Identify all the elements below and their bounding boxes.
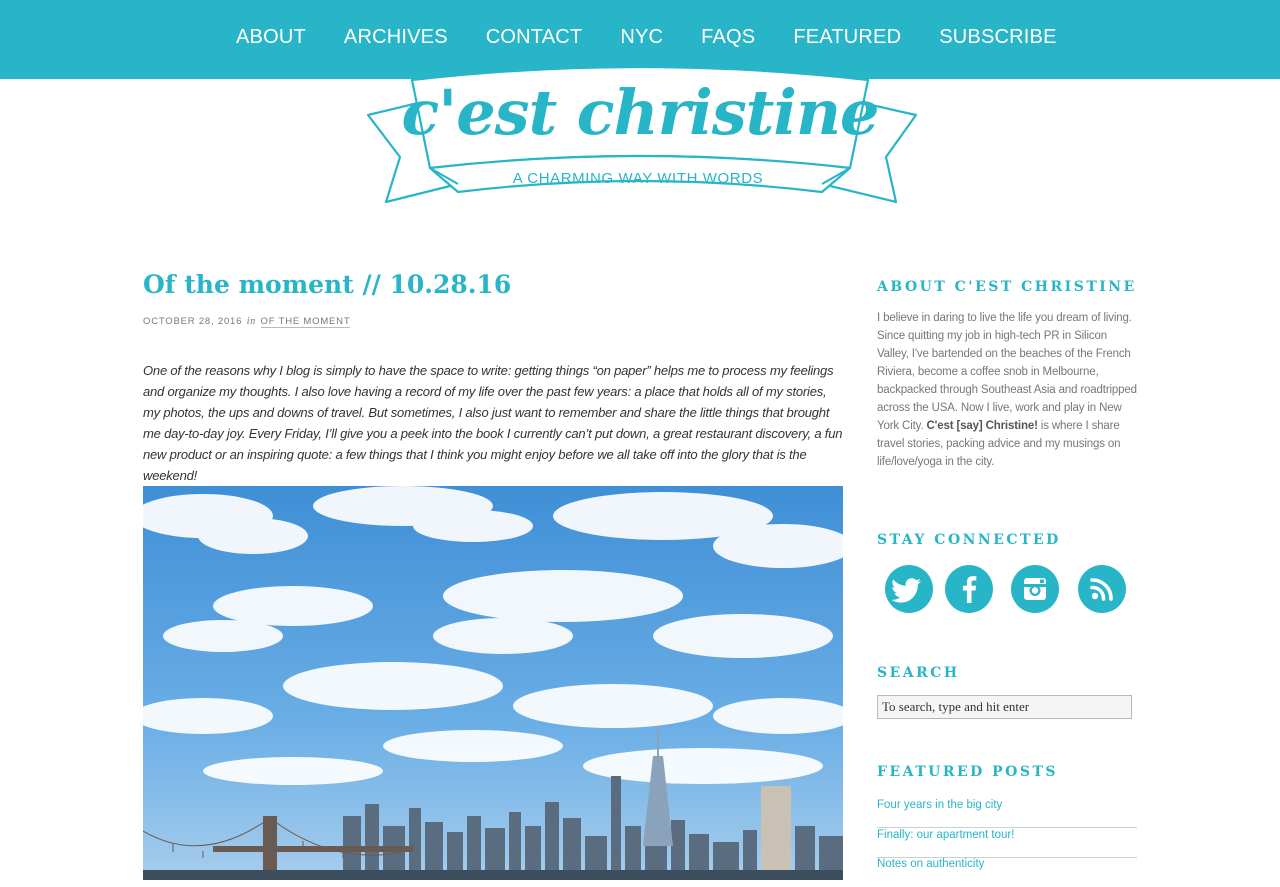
featured-post-link[interactable]: Finally: our apartment tour! [877,829,1137,858]
nav-item-archives[interactable]: ARCHIVES [344,26,448,49]
site-logo-banner[interactable]: c'est christine A CHARMING WAY WITH WORD… [360,62,920,210]
featured-post-link[interactable]: Notes on authenticity [877,858,1137,887]
skyline-image [143,486,843,880]
nav-item-featured[interactable]: FEATURED [793,26,901,49]
post-meta-in: in [246,316,257,327]
nav-item-about[interactable]: ABOUT [236,26,306,49]
about-text: I believe in daring to live the life you… [877,309,1139,471]
rss-icon[interactable] [1078,565,1126,613]
post-date: OCTOBER 28, 2016 [143,316,243,327]
about-heading: ABOUT C'EST CHRISTINE [877,279,1137,295]
about-text-intro: I believe in daring to live the life you… [877,312,1137,432]
post-meta: OCTOBER 28, 2016 in OF THE MOMENT [143,316,351,328]
about-text-brand: C'est [say] Christine! [926,420,1038,432]
post-category-link[interactable]: OF THE MOMENT [260,316,351,328]
nav-item-nyc[interactable]: NYC [620,26,663,49]
instagram-icon[interactable] [1011,565,1059,613]
search-input[interactable] [877,695,1132,719]
search-heading: SEARCH [877,665,960,681]
nav-item-subscribe[interactable]: SUBSCRIBE [939,26,1056,49]
post-intro-text: One of the reasons why I blog is simply … [143,363,843,483]
facebook-icon[interactable] [945,565,993,613]
site-tagline: A CHARMING WAY WITH WORDS [512,170,764,187]
nav-item-contact[interactable]: CONTACT [486,26,583,49]
featured-post-link[interactable]: Four years in the big city [877,799,1137,828]
nav-menu: ABOUT ARCHIVES CONTACT NYC FAQS FEATURED… [236,26,1095,49]
post-photo-nyc-skyline [143,486,843,880]
stay-connected-heading: STAY CONNECTED [877,532,1061,548]
featured-posts-heading: FEATURED POSTS [877,764,1059,780]
site-title: c'est christine [401,76,880,149]
twitter-icon[interactable] [885,565,933,613]
nav-item-faqs[interactable]: FAQS [701,26,755,49]
post-title[interactable]: Of the moment // 10.28.16 [143,270,511,299]
